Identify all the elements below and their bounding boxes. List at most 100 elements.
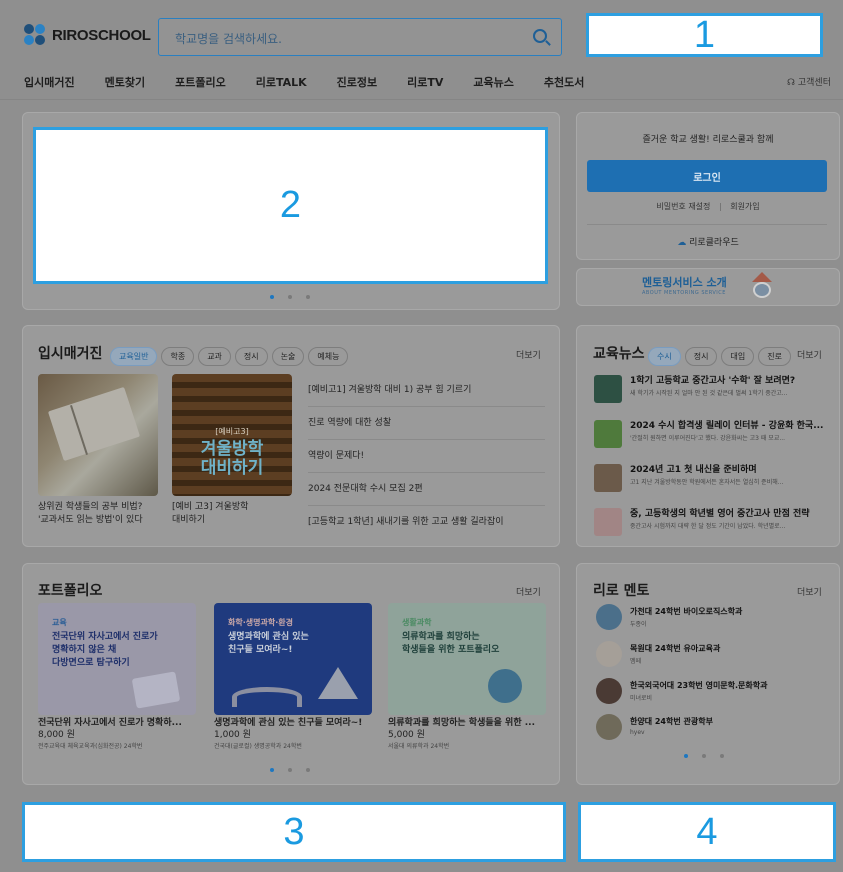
riro-cloud-link[interactable]: ☁ 리로클라우드 [576,235,840,248]
magazine-chips: 교육일반 학종 교과 정시 논술 예체능 [110,344,352,366]
portfolio-price-0: 8,000 원 [38,730,75,740]
magazine-article-1[interactable]: 진로 역량에 대한 성찰 [308,415,545,440]
magazine-card-caption-1[interactable]: [예비 고3] 겨울방학 대비하기 [172,501,248,527]
chip-jeongsi[interactable]: 정시 [234,347,268,366]
reset-password-link[interactable]: 비밀번호 재설정 [656,202,710,211]
riro-mentor-more-link[interactable]: 더보기 [797,585,822,598]
riroschool-logo[interactable]: RIROSCHOOL [24,24,151,46]
wave-illustration-icon [232,687,302,707]
news-title-3: 중, 고등학생의 학년별 영어 중간고사 만점 전략 [630,509,810,519]
magazine-article-2[interactable]: 역량이 문제다! [308,448,545,473]
magazine-article-4[interactable]: [고등학교 1학년] 새내기를 위한 고교 생활 길라잡이 [308,514,545,538]
mentor-avatar-2 [596,678,622,704]
portfolio-caption-2[interactable]: 의류학과를 희망하는 학생들을 위한 ... 5,000 원 서울대 의류학과 … [388,717,548,753]
nav-item-books[interactable]: 추천도서 [544,74,584,90]
magazine-article-0[interactable]: [예비고1] 겨울방학 대비 1) 공부 힘 기르기 [308,382,545,407]
search-placeholder: 학교명을 검색하세요. [175,32,282,46]
portfolio-card-thumb-2[interactable]: 생활과학 의류학과를 희망하는 학생들을 위한 포트폴리오 [388,603,546,715]
cloud-label: 리로클라우드 [689,238,739,248]
mentor-id-1: 멤떼 [630,658,642,665]
nav-item-mentor[interactable]: 멘토찾기 [105,74,145,90]
nav-item-talk[interactable]: 리로TALK [256,74,307,90]
chip-edu-general[interactable]: 교육일반 [110,347,158,366]
portfolio-caption-1[interactable]: 생명과학에 관심 있는 친구들 모여라~! 1,000 원 건국대(글로컬) 생… [214,717,374,753]
chip-gyogwa[interactable]: 교과 [198,347,231,366]
portfolio-price-2: 5,000 원 [388,730,425,740]
portfolio-tag-0: 교육 [52,618,67,627]
portfolio-title-2: 의류학과를 희망하는 학생들을 위한 ... [388,718,535,728]
overlay-box-2: 2 [33,127,548,284]
mentor-name-0: 가천대 24학번 바이오로직스학과 [630,607,743,616]
school-search-input[interactable]: 학교명을 검색하세요. [158,18,562,56]
news-thumb-3 [594,508,622,536]
portfolio-pagination[interactable] [270,768,310,772]
edu-news-more-link[interactable]: 더보기 [797,348,822,361]
customer-center-link[interactable]: ☊ 고객센터 [787,75,831,88]
chip-nonsul[interactable]: 논술 [271,347,305,366]
cloud-icon: ☁ [677,238,687,248]
portfolio-title-1: 생명과학에 관심 있는 친구들 모여라~! [214,718,363,728]
riro-mentor-title: 리로 멘토 [593,583,650,599]
nav-item-magazine[interactable]: 입시매거진 [24,74,75,90]
news-desc-0: 새 학기가 시작된 지 얼마 안 된 것 같은데 벌써 1학기 중간고... [630,390,788,397]
portfolio-tag-2: 생활과학 [402,618,432,627]
edu-news-title: 교육뉴스 [593,346,645,362]
news-item-0[interactable]: 1학기 고등학교 중간고사 '수학' 잘 보려면? 새 학기가 시작된 지 얼마… [594,373,824,409]
globe-illustration-icon [488,669,522,703]
mentor-id-2: 미녀로비 [630,695,653,702]
logo-text: RIROSCHOOL [52,26,151,44]
news-item-2[interactable]: 2024년 고1 첫 내신을 준비하며 고1 지난 겨울방학동안 학원에서든 혼… [594,462,824,498]
nav-item-news[interactable]: 교육뉴스 [473,74,513,90]
news-thumb-1 [594,420,622,448]
mentor-pagination[interactable] [684,754,724,758]
chip-daeip[interactable]: 대입 [721,347,755,366]
search-icon[interactable] [533,29,547,43]
chip-art-sports[interactable]: 예체능 [308,347,349,366]
news-item-1[interactable]: 2024 수시 합격생 릴레이 인터뷰 - 강윤화 한국... '간절히 원하면… [594,418,824,454]
nav-item-tv[interactable]: 리로TV [407,74,443,90]
hero-pagination[interactable] [270,295,310,299]
mentor-avatar-1 [596,641,622,667]
chip-jeongsi-news[interactable]: 정시 [684,347,718,366]
chip-susi[interactable]: 수시 [648,347,681,366]
chip-jinro[interactable]: 진로 [758,347,791,366]
magazine-card-thumb-0[interactable] [38,374,158,496]
magazine-article-3[interactable]: 2024 전문대학 수시 모집 2편 [308,481,545,506]
portfolio-card-thumb-1[interactable]: 화학·생명과학·환경 생명과학에 관심 있는 친구들 모여라~! [214,603,372,715]
magazine-card-thumb-1[interactable]: [예비고3] 겨울방학 대비하기 [172,374,292,496]
nav-item-career[interactable]: 진로정보 [337,74,377,90]
news-item-3[interactable]: 중, 고등학생의 학년별 영어 중간고사 만점 전략 중간고사 시험까지 대략 … [594,506,824,542]
mentor-name-2: 한국외국어대 23학번 영미문학.문화학과 [630,681,768,690]
news-desc-2: 고1 지난 겨울방학동안 학원에서든 혼자서든 열심히 준비해... [630,479,784,486]
mentor-item-2[interactable]: 한국외국어대 23학번 영미문학.문화학과 미녀로비 [596,678,816,708]
magazine-card-caption-0[interactable]: 상위권 학생들의 공부 비법? '교과서도 읽는 방법'이 있다 [38,501,143,527]
edu-news-chips: 수시 정시 대입 진로 [648,344,795,366]
nav-item-portfolio[interactable]: 포트폴리오 [175,74,226,90]
portfolio-caption-0[interactable]: 전국단위 자사고에서 진로가 명확하... 8,000 원 전주교육대 체육교육… [38,717,198,753]
thumb-tag: [예비고3] [215,427,249,436]
news-title-2: 2024년 고1 첫 내신을 준비하며 [630,465,757,475]
news-title-0: 1학기 고등학교 중간고사 '수학' 잘 보려면? [630,376,796,386]
customer-center-label: 고객센터 [797,78,831,88]
login-button[interactable]: 로그인 [587,160,827,192]
portfolio-thumb-text-2: 의류학과를 희망하는 학생들을 위한 포트폴리오 [402,632,500,655]
portfolio-thumb-text-1: 생명과학에 관심 있는 친구들 모여라~! [228,632,309,655]
document-illustration-icon [131,671,181,709]
portfolio-tag-1: 화학·생명과학·환경 [228,618,293,627]
main-nav: 입시매거진 멘토찾기 포트폴리오 리로TALK 진로정보 리로TV 교육뉴스 추… [24,74,614,90]
portfolio-author-0: 전주교육대 체육교육과(심화전공) 24학번 [38,743,143,750]
mentor-item-1[interactable]: 목원대 24학번 유아교육과 멤떼 [596,641,816,671]
magazine-more-link[interactable]: 더보기 [516,348,541,361]
portfolio-more-link[interactable]: 더보기 [516,585,541,598]
mentor-item-3[interactable]: 한양대 24학번 관광학부 hyev [596,714,816,744]
chip-hakjong[interactable]: 학종 [161,347,195,366]
portfolio-title-0: 전국단위 자사고에서 진로가 명확하... [38,718,182,728]
mentor-item-0[interactable]: 가천대 24학번 바이오로직스학과 두종이 [596,604,816,634]
mentor-name-1: 목원대 24학번 유아교육과 [630,644,721,653]
news-thumb-2 [594,464,622,492]
portfolio-title: 포트폴리오 [38,583,103,599]
cone-illustration-icon [318,667,358,699]
portfolio-card-thumb-0[interactable]: 교육 전국단위 자사고에서 진로가 명확하지 않은 채 다방면으로 탐구하기 [38,603,196,715]
overlay-box-3: 3 [22,802,566,862]
signup-link[interactable]: 회원가입 [730,202,759,211]
